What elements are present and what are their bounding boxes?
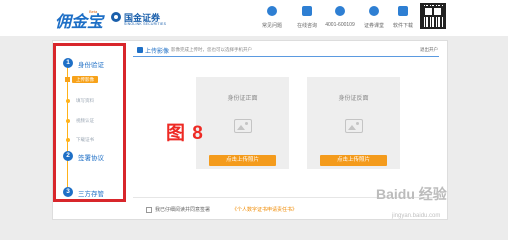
title-divider [133,56,439,57]
partner-logo-icon [111,12,121,22]
id-back-label: 身份证反面 [338,96,369,102]
substep-fill-info[interactable]: 填写资料 [76,98,94,104]
qr-code-icon [420,3,446,29]
nav-download[interactable]: 软件下载 [385,6,421,29]
nav-phone[interactable]: 4001-600109 [322,6,358,28]
step-number: 2 [63,151,73,161]
nav-online-chat[interactable]: 在线咨询 [289,6,325,29]
active-substep-marker [65,77,70,82]
step-number: 1 [63,58,73,68]
watermark-logo: Baidu 经验 [376,186,447,202]
chat-icon [302,6,312,16]
nav-label: 4001-600109 [325,22,355,28]
id-back-upload-box[interactable]: 身份证反面 点击上传照片 [307,77,400,169]
step-sign-agreement[interactable]: 签署协议 [78,152,104,162]
substep-dot [65,138,70,142]
nav-label: 在线咨询 [296,23,317,29]
agreement-link[interactable]: 《个人数字证书申请责任书》 [232,206,297,213]
nav-label: 软件下载 [392,23,413,29]
agreement-checkbox[interactable] [146,207,152,213]
step-number: 3 [63,187,73,197]
upload-front-button[interactable]: 点击上传照片 [209,155,276,166]
panel-title: 上传影像 [145,49,170,55]
substep-download-cert[interactable]: 下载证书 [76,137,94,143]
image-placeholder-icon [345,119,363,133]
watermark-url: jingyan.baidu.com [392,213,441,219]
nav-faq[interactable]: 常见问题 [254,6,290,29]
substep-video-auth[interactable]: 视频认证 [76,118,94,124]
phone-icon [335,6,345,16]
substep-dot [65,119,70,123]
upload-icon [137,47,143,53]
question-icon [267,6,277,16]
figure-annotation: 图 8 [166,123,204,144]
id-front-label: 身份证正面 [227,96,258,102]
substep-upload-image[interactable]: 上传影像 [72,76,98,83]
agreement-text: 我已仔细阅读并同意签署 [155,207,211,213]
header-bar: 佣金宝 Beta 国金证券 SINOLINK SECURITIES 常见问题 在… [0,0,508,36]
step-identity-verification[interactable]: 身份验证 [78,59,104,69]
partner-subtitle: SINOLINK SECURITIES [124,22,167,26]
logout-link[interactable]: 退出开户 [420,47,438,53]
brand-beta-tag: Beta [89,9,98,14]
image-placeholder-icon [234,119,252,133]
panel-note: 影像完成上传时，您也可以选择手机开户 [171,47,252,52]
substep-dot [65,99,70,103]
nav-label: 常见问题 [261,23,282,29]
upload-back-button[interactable]: 点击上传照片 [320,155,387,166]
step-third-party-custody[interactable]: 三方存管 [78,188,104,198]
progress-line [67,66,68,188]
id-front-upload-box[interactable]: 身份证正面 点击上传照片 [196,77,289,169]
download-icon [398,6,408,16]
graduation-icon [369,6,379,16]
